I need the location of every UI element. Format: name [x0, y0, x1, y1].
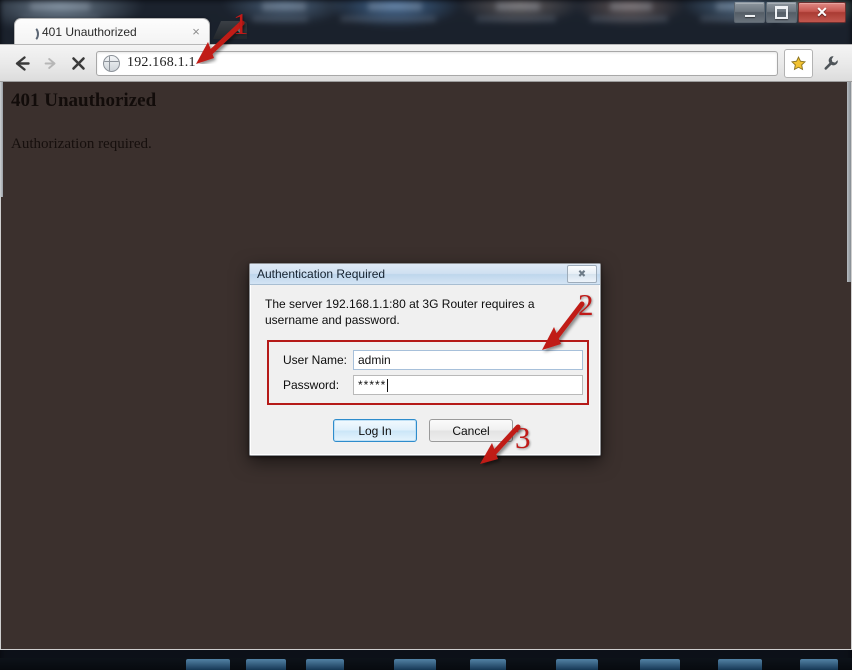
tab-title: 401 Unauthorized [42, 24, 137, 39]
loading-spinner-icon [23, 25, 39, 42]
username-value: admin [358, 353, 391, 367]
annotation-number-1: 1 [233, 6, 249, 41]
browser-toolbar: 192.168.1.1 [0, 44, 852, 82]
browser-tab[interactable]: 401 Unauthorized × [14, 18, 210, 44]
window-controls: Minimize Maximize ✕ Close [734, 2, 846, 23]
authentication-dialog: Authentication Required ✖ The server 192… [249, 263, 601, 456]
password-row: Password: ***** [283, 375, 583, 395]
globe-icon [103, 54, 120, 72]
close-icon[interactable]: ✕ Close [798, 2, 846, 23]
screenshot-root: 401 Unauthorized × Minimize Maximize ✕ C… [0, 0, 852, 670]
text-caret [387, 378, 389, 392]
wrench-menu-icon[interactable] [817, 50, 844, 77]
password-input[interactable]: ***** [353, 375, 583, 395]
annotation-number-2: 2 [578, 287, 594, 322]
content-scrollbar-right[interactable] [847, 82, 851, 282]
tab-strip: 401 Unauthorized × Minimize Maximize ✕ C… [0, 0, 852, 44]
annotation-number-3: 3 [515, 420, 531, 455]
password-value: ***** [358, 378, 387, 392]
dialog-message: The server 192.168.1.1:80 at 3G Router r… [265, 297, 535, 327]
minimize-icon[interactable]: Minimize [734, 2, 765, 23]
taskbar [0, 658, 852, 670]
forward-button[interactable] [36, 49, 64, 77]
content-scrollbar-left[interactable] [0, 82, 3, 197]
page-body-text: Authorization required. [11, 136, 152, 152]
maximize-icon[interactable]: Maximize [766, 2, 797, 23]
username-label: User Name: [283, 353, 348, 367]
dialog-button-row: Log In Cancel [265, 419, 585, 442]
stop-button[interactable] [64, 49, 92, 77]
dialog-title-bar: Authentication Required ✖ [250, 264, 600, 285]
dialog-title: Authentication Required [257, 267, 386, 281]
back-button[interactable] [8, 49, 36, 77]
close-icon[interactable]: ✖ [567, 265, 597, 283]
page-title: 401 Unauthorized [11, 90, 157, 111]
password-label: Password: [283, 378, 340, 392]
bookmark-star-icon[interactable] [784, 48, 813, 78]
log-in-button[interactable]: Log In [333, 419, 417, 442]
